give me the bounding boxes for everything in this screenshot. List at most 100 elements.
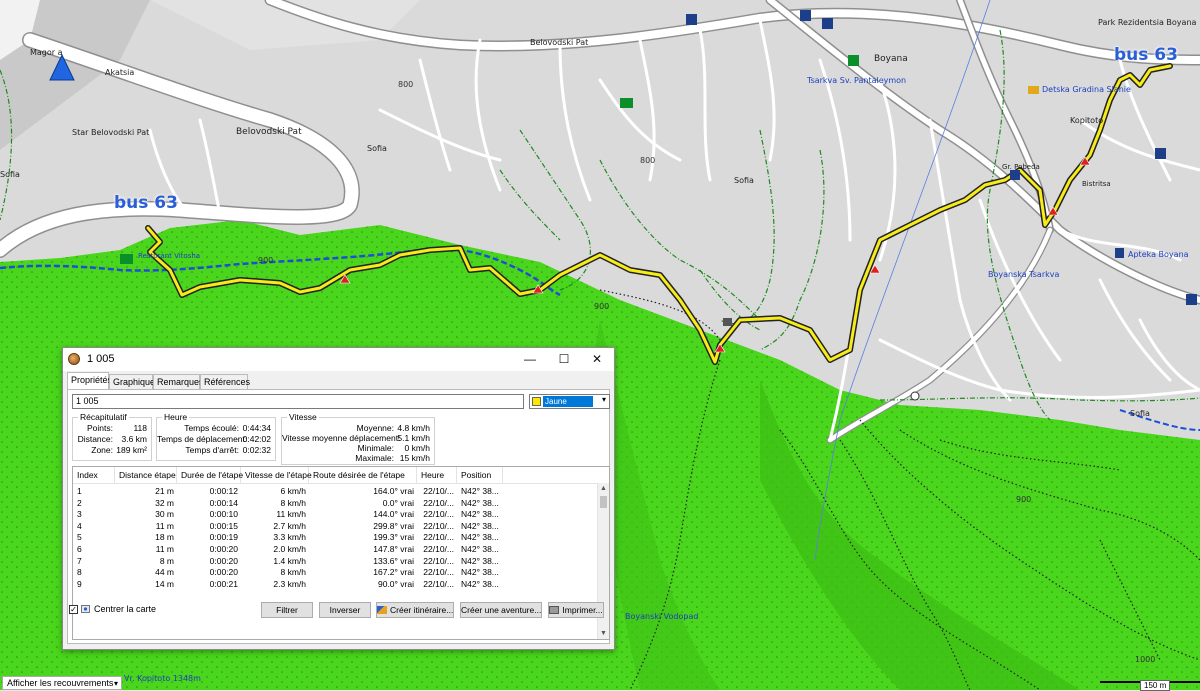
scroll-thumb[interactable]: [600, 496, 607, 508]
cell-index: 8: [77, 567, 82, 578]
center-map-label[interactable]: Centrer la carte: [94, 604, 156, 614]
dialog-titlebar[interactable]: 1 005 — ☐ ✕: [63, 348, 614, 371]
overlay-display-select[interactable]: Afficher les recouvrements ▾: [2, 676, 122, 690]
cell-course: 90.0° vrai: [377, 578, 414, 589]
cell-duration: 0:00:20: [209, 544, 238, 554]
cell-speed: 2.0 km/h: [273, 544, 306, 554]
table-row[interactable]: 4 11 m 0:00:15 2.7 km/h 299.8° vrai 22/10/...…: [73, 521, 598, 532]
track-icon: [68, 353, 80, 365]
cell-index: 4: [77, 520, 82, 531]
scroll-down-icon[interactable]: ▼: [598, 628, 609, 639]
track-properties-dialog: 1 005 — ☐ ✕ Propriétés Graphique Remarqu…: [62, 347, 615, 650]
summary-group: Récapitulatif Points: 118 Distance: 3.6 km…: [72, 412, 152, 461]
column-header-duration[interactable]: Durée de l'étape: [177, 467, 243, 483]
cell-speed: 3.3 km/h: [273, 532, 306, 543]
speed-value: 0 km/h: [404, 443, 430, 453]
table-row[interactable]: 2 32 m 0:00:14 8 km/h 0.0° vrai 22/10/... N42°…: [73, 498, 598, 509]
table-row[interactable]: 5 18 m 0:00:19 3.3 km/h 199.3° vrai 22/10/...…: [73, 532, 598, 543]
table-row[interactable]: 1 21 m 0:00:12 6 km/h 164.0° vrai 22/10/... N4…: [73, 486, 598, 497]
summary-title: Récapitulatif: [78, 412, 129, 422]
print-label: Imprimer...: [562, 605, 603, 615]
color-swatch: [532, 397, 541, 406]
cell-speed: 6 km/h: [280, 486, 306, 496]
table-row[interactable]: 3 30 m 0:00:10 11 km/h 144.0° vrai 22/10/... N…: [73, 509, 598, 520]
column-header-time[interactable]: Heure: [417, 467, 457, 483]
invert-button[interactable]: Inverser: [319, 602, 371, 618]
contour-label: 900: [1016, 495, 1032, 504]
cell-speed: 11 km/h: [276, 509, 306, 520]
dialog-title: 1 005: [87, 353, 115, 365]
poi-label: Apteka Boyana: [1128, 250, 1189, 259]
cell-time: 22/10/...: [423, 578, 454, 589]
tab-references[interactable]: Références: [200, 374, 250, 389]
bus-label-west: bus 63: [114, 193, 178, 213]
scroll-up-icon[interactable]: ▲: [598, 483, 609, 494]
place-label: Sofia: [367, 144, 387, 153]
table-row[interactable]: 9 14 m 0:00:21 2.3 km/h 90.0° vrai 22/10/... N…: [73, 579, 598, 590]
speed-value: 4.8 km/h: [397, 423, 430, 433]
table-row[interactable]: 8 44 m 0:00:20 8 km/h 167.2° vrai 22/10/... N4…: [73, 567, 598, 578]
track-color-select[interactable]: Jaune ▾: [529, 394, 610, 409]
minimize-button[interactable]: —: [513, 348, 547, 371]
cell-duration: 0:00:15: [209, 520, 238, 531]
contour-label: 900: [594, 302, 610, 311]
speed-key: Maximale:: [355, 453, 394, 463]
table-header: Index Distance étape Durée de l'étape Vi…: [73, 467, 609, 484]
poi-label: Vr. Kopitoto 1348m: [124, 674, 201, 683]
place-label: Park Rezidentsia Boyana: [1098, 18, 1197, 27]
street-label: Bistritsa: [1082, 180, 1111, 188]
maximize-button[interactable]: ☐: [547, 348, 581, 371]
cell-position: N42° 38...: [461, 520, 499, 531]
track-name-input[interactable]: 1 005: [72, 394, 524, 409]
tab-notes[interactable]: Remarques: [153, 374, 204, 389]
time-key: Temps d'arrêt:: [185, 445, 239, 455]
cell-duration: 0:00:21: [209, 578, 238, 589]
cell-index: 5: [77, 532, 82, 543]
street-label: Kopitoto: [1070, 116, 1104, 125]
center-map-checkbox[interactable]: ✓: [69, 605, 78, 614]
poi-label: Boyanski Vodopad: [625, 612, 699, 621]
cell-speed: 2.3 km/h: [273, 578, 306, 589]
tab-graph[interactable]: Graphique: [109, 374, 155, 389]
cell-duration: 0:00:20: [209, 555, 238, 566]
cell-course: 147.8° vrai: [373, 544, 414, 554]
poi-label: Tsarkva Sv. Pantaleymon: [807, 76, 907, 85]
cell-position: N42° 38...: [461, 578, 499, 589]
cell-index: 7: [77, 555, 82, 566]
speed-key: Moyenne:: [356, 423, 394, 433]
create-route-label: Créer itinéraire...: [390, 605, 454, 615]
cell-distance: 8 m: [159, 555, 174, 566]
speed-title: Vitesse: [287, 412, 319, 422]
cell-position: N42° 38...: [461, 497, 499, 508]
time-value: 0:42:02: [242, 434, 271, 444]
street-label: Belovodski Pat: [530, 38, 589, 47]
time-title: Heure: [162, 412, 190, 422]
cell-time: 22/10/...: [423, 544, 454, 554]
cell-index: 1: [77, 486, 82, 496]
cell-speed: 8 km/h: [280, 497, 306, 508]
create-route-button[interactable]: Créer itinéraire...: [376, 602, 454, 618]
cell-time: 22/10/...: [423, 486, 454, 496]
close-button[interactable]: ✕: [580, 348, 614, 371]
print-button[interactable]: Imprimer...: [548, 602, 604, 618]
column-header-speed[interactable]: Vitesse de l'étape: [241, 467, 312, 483]
table-row[interactable]: 7 8 m 0:00:20 1.4 km/h 133.6° vrai 22/10/... N…: [73, 556, 598, 567]
column-header-course[interactable]: Route désirée de l'étape: [309, 467, 417, 483]
table-row[interactable]: 6 11 m 0:00:20 2.0 km/h 147.8° vrai 22/10/...…: [73, 544, 598, 555]
column-header-index[interactable]: Index: [73, 467, 115, 483]
column-header-distance[interactable]: Distance étape: [115, 467, 177, 483]
cell-time: 22/10/...: [423, 509, 454, 520]
street-label: Gr. Pobeda: [1002, 163, 1040, 171]
place-label: Magor a: [30, 48, 63, 57]
filter-button[interactable]: Filtrer: [261, 602, 313, 618]
cell-duration: 0:00:12: [209, 486, 238, 496]
poi-label: Boyanska Tsarkva: [988, 270, 1060, 279]
create-adventure-button[interactable]: Créer une aventure...: [460, 602, 542, 618]
cell-course: 164.0° vrai: [373, 486, 414, 496]
column-header-position[interactable]: Position: [457, 467, 503, 483]
chevron-down-icon: ▾: [601, 395, 606, 404]
speed-key: Vitesse moyenne déplacement:: [282, 433, 401, 443]
summary-key: Zone:: [91, 445, 113, 455]
cell-index: 2: [77, 497, 82, 508]
tab-properties[interactable]: Propriétés: [67, 372, 112, 389]
